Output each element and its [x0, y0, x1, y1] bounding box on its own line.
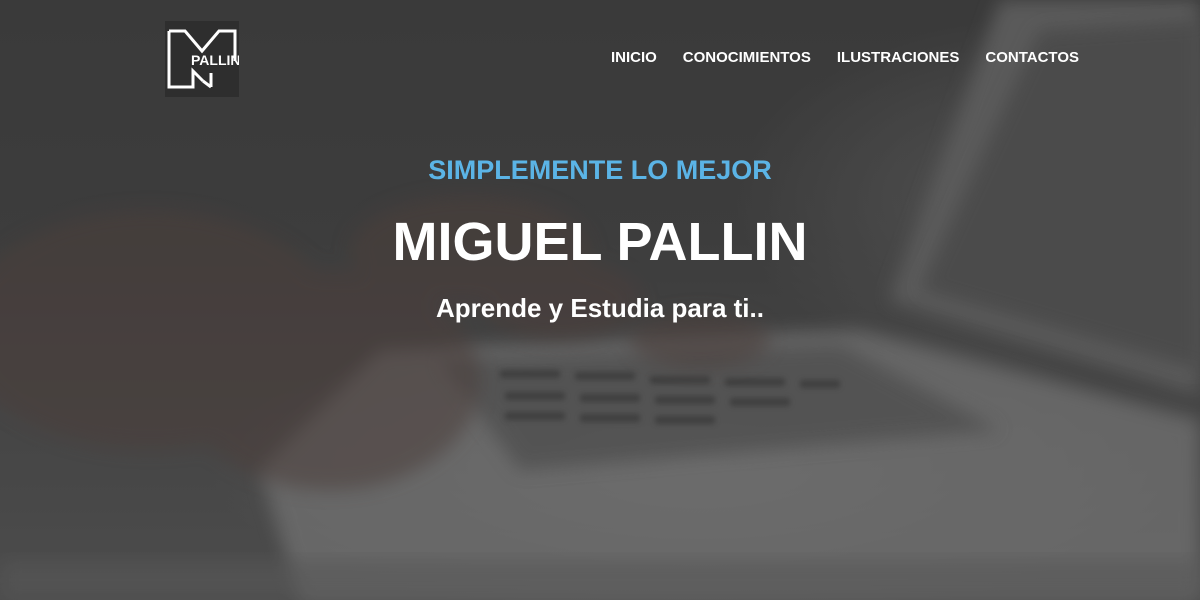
- hero-subtitle: Aprende y Estudia para ti..: [436, 293, 764, 323]
- hero-text-block: SIMPLEMENTE LO MEJOR MIGUEL PALLIN Apren…: [0, 150, 1200, 328]
- main-nav: INICIO CONOCIMIENTOS ILUSTRACIONES CONTA…: [611, 49, 1079, 66]
- brand-logo[interactable]: PALLIN: [165, 21, 239, 97]
- nav-item-contactos[interactable]: CONTACTOS: [985, 49, 1079, 66]
- logo-text: PALLIN: [191, 52, 239, 68]
- nav-item-ilustraciones[interactable]: ILUSTRACIONES: [837, 49, 960, 66]
- hero-title: MIGUEL PALLIN: [392, 212, 808, 272]
- hero-tagline: SIMPLEMENTE LO MEJOR: [428, 155, 772, 185]
- nav-item-conocimientos[interactable]: CONOCIMIENTOS: [683, 49, 811, 66]
- hero-section: PALLIN INICIO CONOCIMIENTOS ILUSTRACIONE…: [0, 0, 1200, 600]
- logo-mark-icon: PALLIN: [167, 29, 239, 89]
- nav-item-inicio[interactable]: INICIO: [611, 49, 657, 66]
